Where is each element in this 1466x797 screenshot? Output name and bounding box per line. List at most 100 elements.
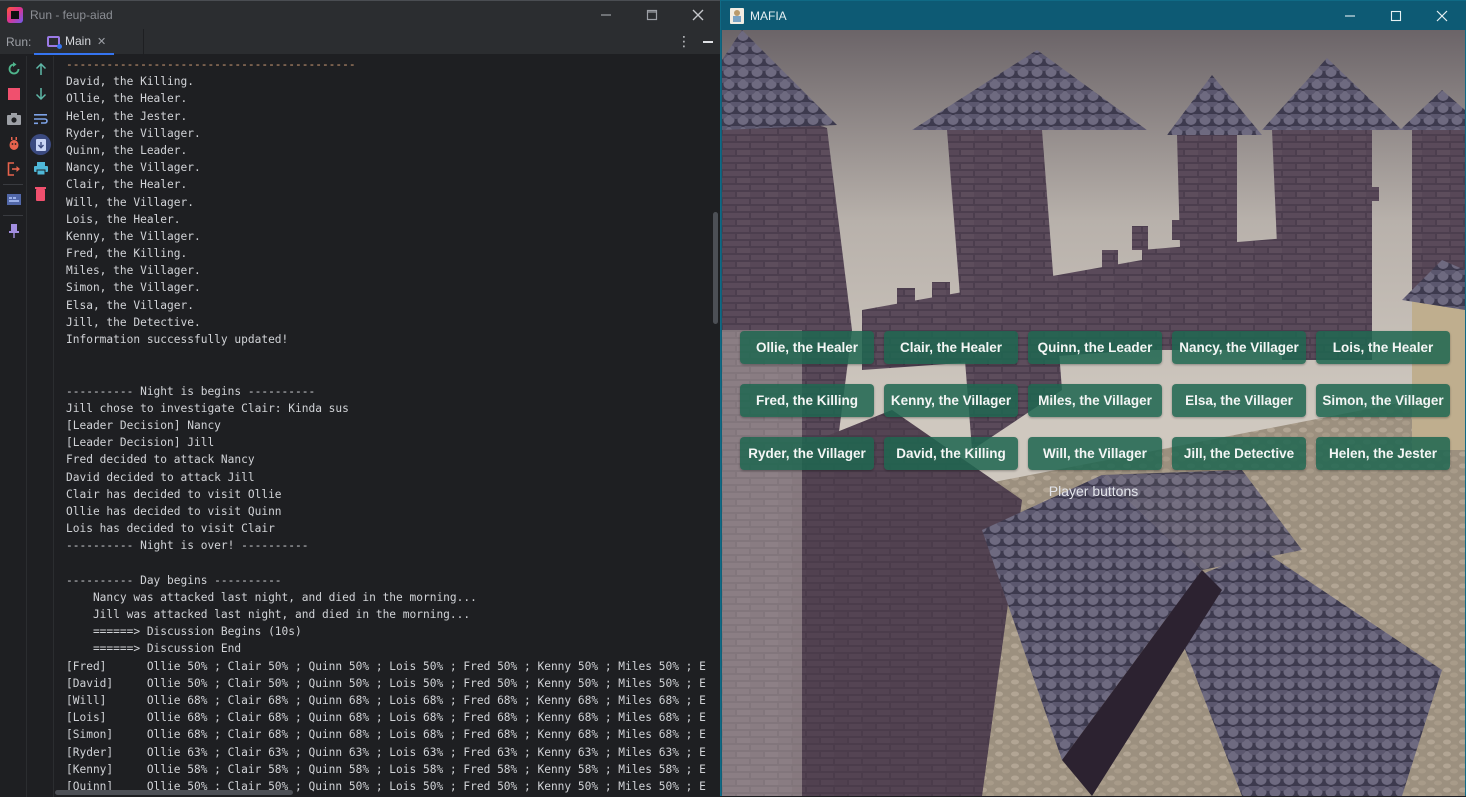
console-line: ======> Discussion Begins (10s) [66, 625, 302, 639]
console-line: Jill was attacked last night, and died i… [66, 608, 471, 621]
tab-main[interactable]: Main ✕ [34, 29, 114, 55]
console-line: ---------- Night is over! ---------- [66, 539, 309, 553]
debug-attach-button[interactable] [5, 135, 22, 152]
clear-all-button[interactable] [32, 185, 49, 202]
mafia-close-button[interactable] [1419, 1, 1465, 30]
console-line: Jill chose to investigate Clair: Kinda s… [66, 401, 349, 415]
console-line: Ollie has decided to visit Quinn [66, 504, 282, 518]
player-button-elsa-the-villager[interactable]: Elsa, the Villager [1172, 384, 1306, 417]
console-horizontal-scrollbar[interactable] [55, 790, 293, 795]
maximize-icon [1390, 10, 1402, 21]
exit-button[interactable] [5, 160, 22, 177]
console-line: Ryder, the Villager. [66, 126, 201, 140]
player-button-fred-the-killing[interactable]: Fred, the Killing [740, 384, 874, 417]
run-actions-toolbar [0, 56, 27, 797]
console-line: Fred decided to attack Nancy [66, 453, 255, 467]
run-config-icon [47, 35, 62, 49]
ide-maximize-button[interactable] [629, 1, 675, 29]
player-button-will-the-villager[interactable]: Will, the Villager [1028, 437, 1162, 470]
console-line: Information successfully updated! [66, 333, 289, 346]
console-line: [Will] Ollie 68% ; Clair 68% ; Quinn 68%… [66, 693, 706, 707]
player-button-quinn-the-leader[interactable]: Quinn, the Leader [1028, 331, 1162, 364]
dump-threads-button[interactable] [5, 110, 22, 127]
mafia-maximize-button[interactable] [1373, 1, 1419, 30]
rerun-button[interactable] [5, 60, 22, 77]
layout-settings-button[interactable] [5, 191, 22, 208]
mafia-window-title: MAFIA [750, 8, 787, 23]
mafia-game-window: MAFIA Ollie, the Healer Clair, the Heale… [720, 0, 1466, 796]
intellij-logo-icon [7, 7, 23, 23]
player-button-nancy-the-villager[interactable]: Nancy, the Villager [1172, 331, 1306, 364]
player-buttons-label: Player buttons [1048, 483, 1139, 499]
console-line: Will, the Villager. [66, 195, 194, 209]
mafia-app-icon [730, 7, 744, 24]
player-button-david-the-killing[interactable]: David, the Killing [884, 437, 1018, 470]
player-button-jill-the-detective[interactable]: Jill, the Detective [1172, 437, 1306, 470]
player-button-ollie-the-healer[interactable]: Ollie, the Healer [740, 331, 874, 364]
player-button-ryder-the-villager[interactable]: Ryder, the Villager [740, 437, 874, 470]
minimize-icon [601, 14, 611, 16]
pin-icon [8, 223, 19, 238]
ide-close-button[interactable] [675, 1, 721, 29]
minimize-icon [1345, 14, 1355, 17]
close-icon [692, 9, 704, 21]
console-output[interactable]: ----------------------------------------… [55, 56, 720, 797]
console-line: ======> Discussion End [66, 642, 242, 656]
console-line: Simon, the Villager. [66, 281, 201, 295]
console-line: ---------- Night is begins ---------- [66, 384, 316, 398]
player-button-simon-the-villager[interactable]: Simon, the Villager [1316, 384, 1450, 417]
stop-icon [7, 87, 20, 100]
trash-icon [35, 186, 46, 201]
console-line: Helen, the Jester. [66, 109, 188, 123]
console-line: ----------------------------------------… [66, 58, 356, 71]
debug-bug-icon [9, 136, 18, 150]
stop-button[interactable] [5, 85, 22, 102]
run-toolwindow-header: Run: Main ✕ ⋮ [0, 29, 720, 55]
console-line: Quinn, the Leader. [66, 143, 188, 157]
player-button-lois-the-healer[interactable]: Lois, the Healer [1316, 331, 1450, 364]
run-label: Run: [6, 35, 32, 49]
soft-wrap-button[interactable] [32, 110, 49, 127]
close-icon [1436, 10, 1448, 21]
console-line: Clair, the Healer. [66, 178, 188, 192]
scroll-to-end-button[interactable] [30, 134, 51, 155]
up-stack-frame-button[interactable] [32, 60, 49, 77]
console-line: Nancy was attacked last night, and died … [66, 590, 477, 604]
tab-close-icon[interactable]: ✕ [97, 35, 106, 48]
player-button-helen-the-jester[interactable]: Helen, the Jester [1316, 437, 1450, 470]
tab-separator [143, 29, 144, 55]
arrow-up-icon [35, 62, 46, 75]
console-line: [Leader Decision] Nancy [66, 418, 221, 432]
ide-run-window: Run - feup-aiad Run: Main ✕ ⋮ ----------… [0, 0, 721, 797]
print-icon [33, 162, 48, 175]
pin-tab-button[interactable] [5, 222, 22, 239]
player-button-miles-the-villager[interactable]: Miles, the Villager [1028, 384, 1162, 417]
player-button-kenny-the-villager[interactable]: Kenny, the Villager [884, 384, 1018, 417]
console-vertical-scrollbar[interactable] [713, 212, 718, 324]
soft-wrap-icon [33, 113, 48, 124]
mafia-minimize-button[interactable] [1327, 1, 1373, 30]
player-button-clair-the-healer[interactable]: Clair, the Healer [884, 331, 1018, 364]
tab-main-label: Main [65, 34, 92, 48]
console-line: Nancy, the Villager. [66, 161, 201, 175]
maximize-icon [646, 9, 658, 21]
console-line: [Leader Decision] Jill [66, 436, 215, 450]
console-line: Miles, the Villager. [66, 264, 201, 278]
console-lines: ----------------------------------------… [66, 56, 706, 795]
console-line: Elsa, the Villager. [66, 298, 194, 312]
scroll-to-end-icon [35, 138, 46, 151]
console-line: Lois, the Healer. [66, 212, 181, 226]
castle-scene-background: Ollie, the Healer Clair, the Healer Quinn,… [722, 30, 1465, 796]
print-button[interactable] [32, 160, 49, 177]
console-line: [Fred] Ollie 50% ; Clair 50% ; Quinn 50%… [66, 659, 706, 673]
console-line: David, the Killing. [66, 75, 194, 89]
toolbar-separator [3, 215, 23, 216]
hide-toolwindow-button[interactable] [703, 41, 713, 43]
ide-minimize-button[interactable] [583, 1, 629, 29]
down-stack-frame-button[interactable] [32, 85, 49, 102]
more-options-button[interactable]: ⋮ [677, 32, 691, 52]
console-line: [Kenny] Ollie 58% ; Clair 58% ; Quinn 58… [66, 762, 706, 776]
console-line: Jill, the Detective. [66, 315, 201, 329]
console-line: Fred, the Killing. [66, 247, 188, 261]
